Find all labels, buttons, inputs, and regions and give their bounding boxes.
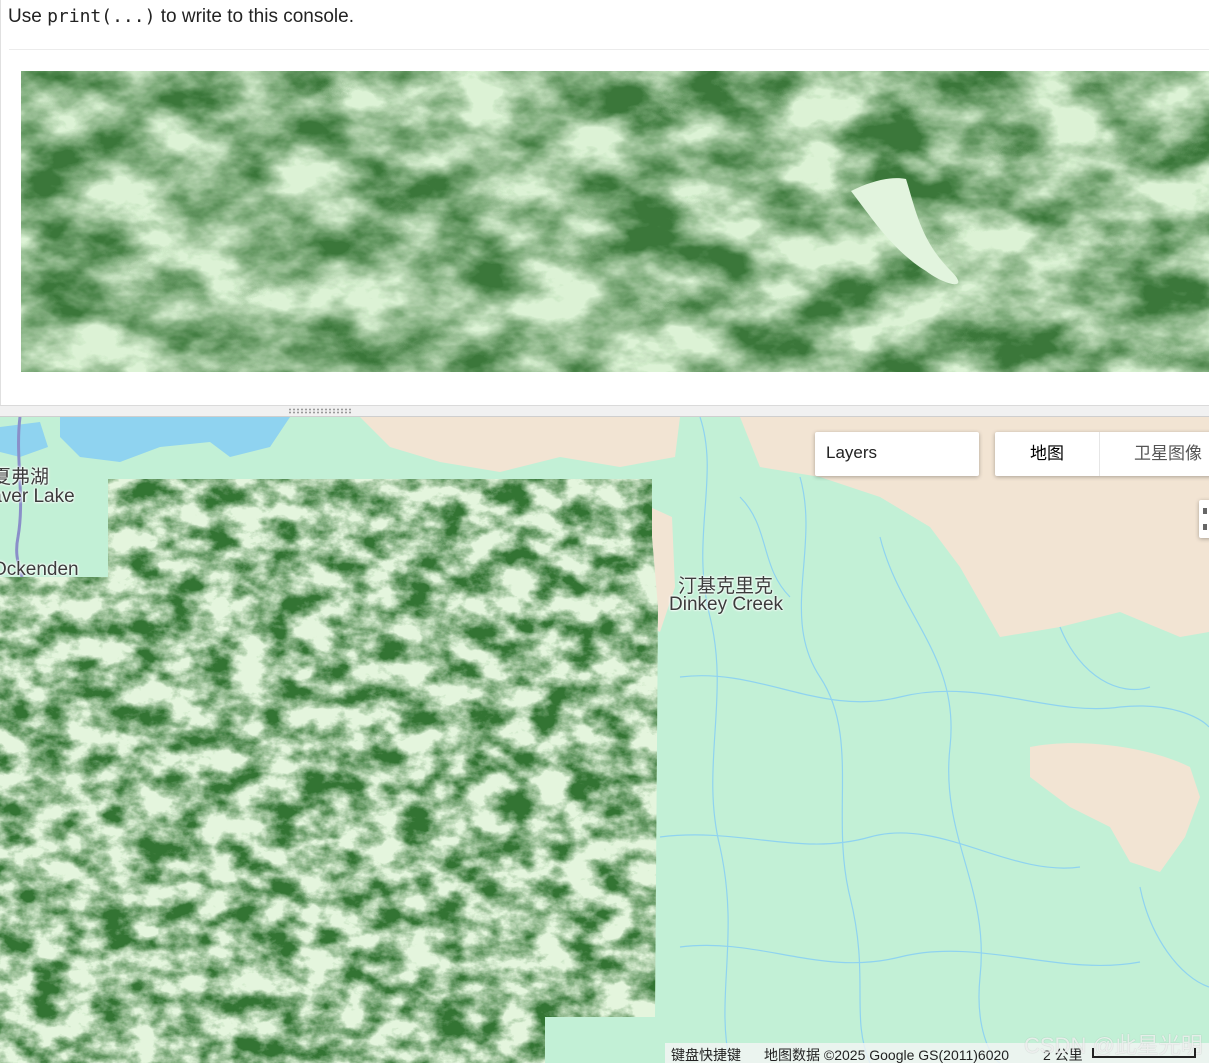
hint-code: print(...) bbox=[47, 6, 156, 27]
label-ockenden: Ockenden bbox=[0, 559, 79, 580]
console-divider bbox=[9, 49, 1209, 50]
layers-button[interactable]: Layers bbox=[815, 432, 979, 476]
panel-splitter[interactable] bbox=[0, 405, 1209, 417]
map-type-satellite-button[interactable]: 卫星图像 bbox=[1099, 432, 1209, 476]
splitter-grip-icon[interactable] bbox=[288, 408, 352, 414]
map-type-control: 地图 卫星图像 bbox=[995, 432, 1209, 476]
map-type-map-button[interactable]: 地图 bbox=[995, 432, 1099, 476]
hint-prefix: Use bbox=[8, 6, 48, 27]
map-attribution: 地图数据 ©2025 Google GS(2011)6020 bbox=[764, 1047, 1010, 1063]
map-basemap[interactable] bbox=[0, 417, 1209, 1063]
map-view[interactable]: 夏弗湖 Shaver Lake Ockenden 汀基克里克 Dinkey Cr… bbox=[0, 417, 1209, 1063]
hint-suffix: to write to this console. bbox=[155, 6, 354, 27]
fullscreen-icon bbox=[1203, 508, 1207, 514]
ndvi-thumbnail bbox=[21, 71, 1209, 372]
layers-label: Layers bbox=[826, 443, 878, 462]
watermark: CSDN @此星光明 bbox=[1024, 1033, 1203, 1058]
keyboard-shortcuts-link[interactable]: 键盘快捷键 bbox=[671, 1045, 741, 1063]
console-hint: Use print(...) to write to this console. bbox=[8, 6, 354, 28]
label-shaver-lake-cn: 夏弗湖 bbox=[0, 467, 50, 488]
label-shaver-lake-en: Shaver Lake bbox=[0, 486, 75, 507]
label-dinkey-en: Dinkey Creek bbox=[669, 594, 784, 615]
fullscreen-control[interactable] bbox=[1199, 500, 1209, 538]
console-panel: Use print(...) to write to this console. bbox=[0, 0, 1209, 405]
